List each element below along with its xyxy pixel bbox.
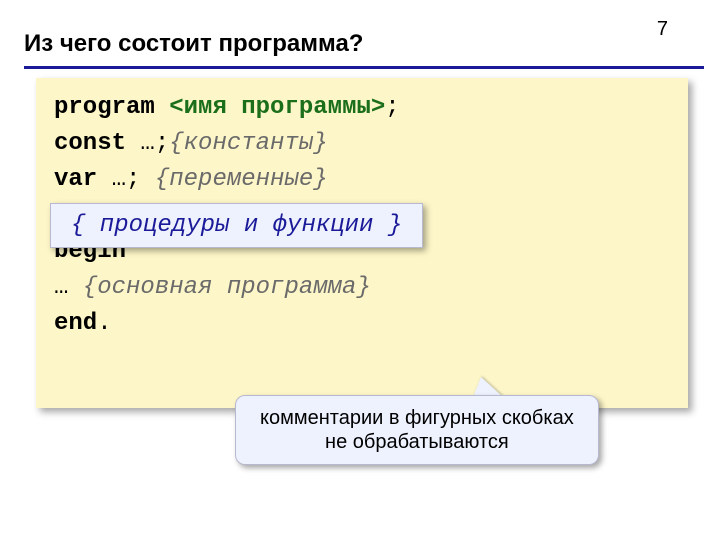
keyword-end: end [54, 310, 97, 337]
semicolon: ; [385, 94, 399, 121]
code-line: const …;{константы} [54, 126, 670, 162]
title-underline [24, 66, 704, 69]
code-text: … [54, 274, 83, 301]
comment-main: {основная программа} [83, 274, 371, 301]
code-line: var …; {переменные} [54, 162, 670, 198]
period: . [97, 310, 111, 337]
code-text: …; [97, 166, 155, 193]
code-text: …; [126, 130, 169, 157]
slide-title: Из чего состоит программа? [24, 30, 363, 58]
keyword-const: const [54, 130, 126, 157]
procedures-inset: { процедуры и функции } [50, 203, 423, 248]
keyword-var: var [54, 166, 97, 193]
page-number: 7 [657, 18, 668, 41]
callout-box: комментарии в фигурных скобках не обраба… [235, 395, 599, 465]
callout: комментарии в фигурных скобках не обраба… [235, 395, 599, 465]
comment-variables: {переменные} [155, 166, 328, 193]
code-line: … {основная программа} [54, 270, 670, 306]
callout-line: не обрабатываются [260, 430, 574, 454]
slide: 7 Из чего состоит программа? program <им… [0, 0, 720, 540]
comment-constants: {константы} [169, 130, 327, 157]
callout-line: комментарии в фигурных скобках [260, 406, 574, 430]
code-line: program <имя программы>; [54, 90, 670, 126]
keyword-program: program [54, 94, 155, 121]
program-name-placeholder: <имя программы> [169, 94, 385, 121]
code-line: end. [54, 306, 670, 342]
callout-tail-icon [473, 377, 503, 397]
